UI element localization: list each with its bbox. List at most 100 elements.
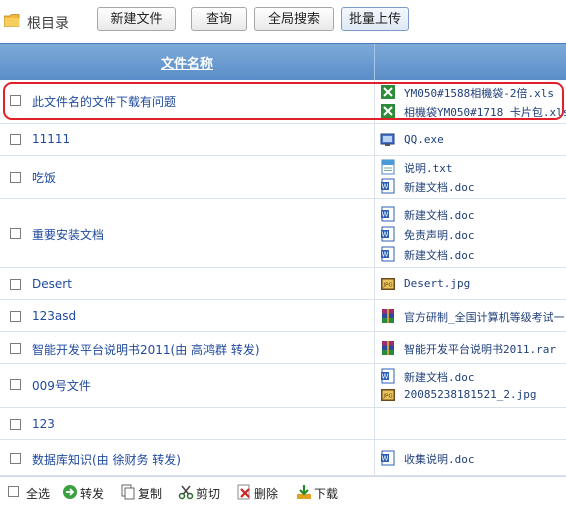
attachment-name[interactable]: 智能开发平台说明书2011.rar (404, 341, 556, 357)
rar-icon (382, 309, 394, 323)
attachment-item[interactable]: W 新建文档.doc (380, 245, 566, 263)
row-checkbox[interactable] (10, 279, 21, 290)
rar-icon (382, 341, 394, 355)
attachment-item[interactable]: 官方研制_全国计算机等级考试一 (380, 307, 566, 325)
row-title[interactable]: Desert (32, 277, 72, 291)
word-icon: W (381, 246, 395, 262)
svg-text:JPG: JPG (382, 283, 392, 289)
table-row[interactable]: 智能开发平台说明书2011(由 高鸿群 转发) 智能开发平台说明书2011.ra… (0, 332, 566, 364)
jpg-icon: JPG (381, 389, 395, 401)
forward-label[interactable]: 转发 (80, 485, 104, 502)
row-title[interactable]: 此文件名的文件下载有问题 (32, 93, 176, 110)
row-checkbox[interactable] (10, 311, 21, 322)
column-header-filename[interactable]: 文件名称 (0, 53, 374, 72)
attachment-name[interactable]: Desert.jpg (404, 277, 470, 290)
table-row[interactable]: 123asd 官方研制_全国计算机等级考试一 (0, 300, 566, 332)
row-checkbox[interactable] (10, 95, 21, 106)
attachment-name[interactable]: 说明.txt (404, 160, 453, 176)
attachment-name[interactable]: 收集说明.doc (404, 451, 475, 467)
scissors-icon (178, 485, 194, 500)
attachment-item[interactable]: 相機袋YM050#1718 卡片包.xls (380, 102, 566, 120)
attachment-item[interactable]: W 新建文档.doc (380, 367, 566, 385)
table-row[interactable]: Desert JPG Desert.jpg (0, 268, 566, 300)
attachment-name[interactable]: 新建文档.doc (404, 369, 475, 385)
folder-icon (4, 14, 20, 27)
row-checkbox[interactable] (10, 134, 21, 145)
table-row[interactable]: 吃饭 说明.txt W 新建文档.doc (0, 156, 566, 199)
exe-icon (380, 133, 395, 146)
row-title[interactable]: 009号文件 (32, 377, 91, 394)
attachment-item[interactable]: QQ.exe (380, 131, 566, 149)
copy-label[interactable]: 复制 (138, 485, 162, 502)
attachment-name[interactable]: YM050#1588相機袋-2倍.xls (404, 85, 554, 101)
excel-icon (381, 85, 395, 99)
svg-text:W: W (382, 211, 389, 219)
query-button[interactable]: 查询 (191, 7, 247, 31)
excel-icon (381, 104, 395, 118)
attachment-name[interactable]: 20085238181521_2.jpg (404, 388, 536, 401)
table-row[interactable]: 009号文件 W 新建文档.doc JPG 20085238181521_2.j… (0, 364, 566, 408)
attachment-name[interactable]: 官方研制_全国计算机等级考试一 (404, 309, 565, 325)
attachment-name[interactable]: QQ.exe (404, 133, 444, 146)
delete-label[interactable]: 删除 (254, 485, 278, 502)
word-icon: W (381, 450, 395, 466)
row-title[interactable]: 重要安装文档 (32, 226, 104, 243)
row-title[interactable]: 智能开发平台说明书2011(由 高鸿群 转发) (32, 341, 260, 358)
jpg-icon: JPG (381, 278, 395, 290)
row-title[interactable]: 123 (32, 417, 55, 431)
attachment-name[interactable]: 新建文档.doc (404, 207, 475, 223)
svg-text:W: W (382, 373, 389, 381)
forward-icon (63, 485, 77, 499)
cut-label[interactable]: 剪切 (196, 485, 220, 502)
row-title[interactable]: 数据库知识(由 徐财务 转发) (32, 451, 181, 468)
action-footer: 全选 转发 复制 剪切 删除 下载 (0, 476, 566, 505)
global-search-button[interactable]: 全局搜索 (254, 7, 334, 31)
toolbar: 根目录 新建文件 查询 全局搜索 批量上传 (0, 0, 566, 40)
attachment-name[interactable]: 新建文档.doc (404, 247, 475, 263)
select-all-label[interactable]: 全选 (26, 485, 50, 502)
download-icon (297, 485, 311, 499)
select-all-checkbox[interactable] (8, 486, 19, 497)
svg-text:JPG: JPG (382, 394, 392, 400)
download-label[interactable]: 下载 (314, 485, 338, 502)
attachment-item[interactable]: JPG 20085238181521_2.jpg (380, 386, 566, 404)
root-directory-label[interactable]: 根目录 (27, 13, 69, 33)
attachment-item[interactable]: 说明.txt (380, 158, 566, 176)
header-divider (374, 44, 375, 81)
txt-icon (381, 159, 395, 175)
row-checkbox[interactable] (10, 453, 21, 464)
row-title[interactable]: 123asd (32, 309, 76, 323)
attachment-item[interactable]: W 免责声明.doc (380, 225, 566, 243)
row-checkbox[interactable] (10, 228, 21, 239)
attachment-item[interactable]: JPG Desert.jpg (380, 275, 566, 293)
attachment-name[interactable]: 新建文档.doc (404, 179, 475, 195)
svg-text:W: W (382, 251, 389, 259)
svg-text:W: W (382, 455, 389, 463)
table-row[interactable]: 此文件名的文件下载有问题 YM050#1588相機袋-2倍.xls 相機袋YM0… (0, 80, 566, 124)
table-row[interactable]: 数据库知识(由 徐财务 转发) W 收集说明.doc (0, 440, 566, 476)
row-title[interactable]: 吃饭 (32, 169, 56, 186)
attachment-item[interactable]: 智能开发平台说明书2011.rar (380, 339, 566, 357)
attachment-item[interactable]: W 新建文档.doc (380, 205, 566, 223)
word-icon: W (381, 226, 395, 242)
attachment-item[interactable]: W 新建文档.doc (380, 177, 566, 195)
word-icon: W (381, 178, 395, 194)
row-title[interactable]: 11111 (32, 132, 70, 146)
row-checkbox[interactable] (10, 172, 21, 183)
row-checkbox[interactable] (10, 379, 21, 390)
new-file-button[interactable]: 新建文件 (97, 7, 176, 31)
word-icon: W (381, 368, 395, 384)
svg-text:W: W (382, 231, 389, 239)
attachment-item[interactable]: W 收集说明.doc (380, 449, 566, 467)
table-row[interactable]: 11111 QQ.exe (0, 124, 566, 156)
attachment-name[interactable]: 相機袋YM050#1718 卡片包.xls (404, 104, 566, 120)
row-checkbox[interactable] (10, 419, 21, 430)
attachment-name[interactable]: 免责声明.doc (404, 227, 475, 243)
svg-text:W: W (382, 183, 389, 191)
row-checkbox[interactable] (10, 343, 21, 354)
table-row[interactable]: 123 (0, 408, 566, 440)
table-row[interactable]: 重要安装文档 W 新建文档.doc W 免责声明.doc W 新建文档.doc (0, 199, 566, 268)
batch-upload-button[interactable]: 批量上传 (341, 7, 409, 31)
attachment-item[interactable]: YM050#1588相機袋-2倍.xls (380, 83, 566, 101)
delete-icon (237, 484, 250, 500)
